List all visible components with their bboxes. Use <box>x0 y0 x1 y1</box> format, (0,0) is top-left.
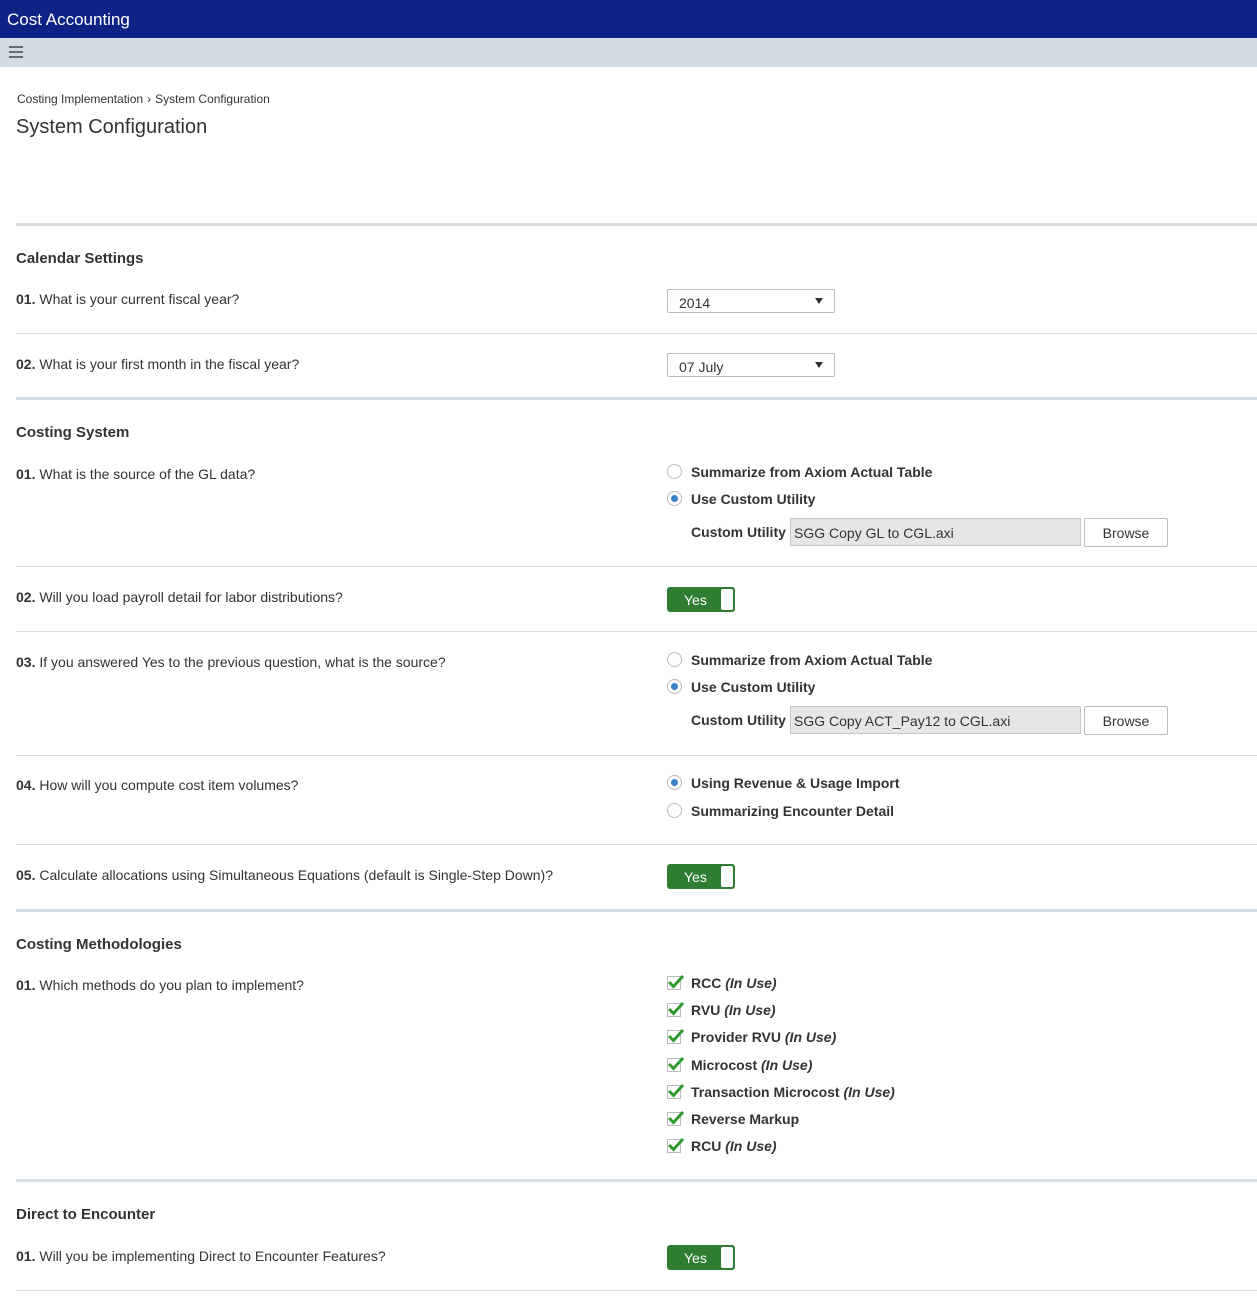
payroll-custom-utility-label: Custom Utility <box>691 712 786 728</box>
breadcrumb-current: System Configuration <box>155 92 270 106</box>
checkbox[interactable] <box>667 1110 685 1126</box>
radio-icon[interactable] <box>667 652 682 667</box>
question-fiscal-year: 01. What is your current fiscal year? <box>16 291 240 307</box>
section-divider <box>16 223 1257 226</box>
radio-selected-icon[interactable] <box>667 491 682 506</box>
checkbox[interactable] <box>667 1056 685 1072</box>
checkmark-icon <box>667 1137 685 1152</box>
checkmark-icon <box>667 974 685 989</box>
question-gl-source: 01. What is the source of the GL data? <box>16 466 256 482</box>
first-month-select[interactable]: 07 July <box>667 353 835 377</box>
triangle-down-icon <box>815 298 823 304</box>
row-divider <box>16 333 1257 334</box>
row-divider <box>16 755 1257 756</box>
section-title-methodologies: Costing Methodologies <box>16 936 182 953</box>
checkmark-icon <box>667 1110 685 1125</box>
checkbox[interactable] <box>667 974 685 990</box>
radio-icon[interactable] <box>667 464 682 479</box>
radio-selected-icon[interactable] <box>667 679 682 694</box>
row-divider <box>16 631 1257 632</box>
checkbox[interactable] <box>667 1001 685 1017</box>
question-cost-item-volumes: 04. How will you compute cost item volum… <box>16 777 299 793</box>
breadcrumb: Costing Implementation › System Configurat… <box>17 92 270 106</box>
app-title: Cost Accounting <box>7 10 130 29</box>
checkbox[interactable] <box>667 1083 685 1099</box>
toggle-knob <box>721 1247 733 1268</box>
row-divider <box>16 566 1257 567</box>
row-divider <box>16 1290 1257 1291</box>
question-payroll-source: 03. If you answered Yes to the previous … <box>16 654 446 670</box>
checkbox[interactable] <box>667 1137 685 1153</box>
toggle-knob <box>721 589 733 610</box>
fiscal-year-select[interactable]: 2014 <box>667 289 835 313</box>
simultaneous-equations-toggle[interactable]: Yes <box>667 864 735 889</box>
gl-custom-utility-input[interactable]: SGG Copy GL to CGL.axi <box>790 518 1081 546</box>
triangle-down-icon <box>815 362 823 368</box>
question-simultaneous-equations: 05. Calculate allocations using Simultan… <box>16 867 553 883</box>
question-payroll-detail: 02. Will you load payroll detail for lab… <box>16 589 343 605</box>
gl-custom-utility-label: Custom Utility <box>691 524 786 540</box>
toggle-knob <box>721 866 733 887</box>
question-methods: 01. Which methods do you plan to impleme… <box>16 977 304 993</box>
checkmark-icon <box>667 1028 685 1043</box>
payroll-detail-toggle[interactable]: Yes <box>667 587 735 612</box>
section-title-direct: Direct to Encounter <box>16 1206 156 1223</box>
checkmark-icon <box>667 1056 685 1071</box>
row-divider <box>16 844 1257 845</box>
section-title-costing: Costing System <box>16 424 130 441</box>
checkbox[interactable] <box>667 1028 685 1044</box>
checkmark-icon <box>667 1083 685 1098</box>
gl-browse-button[interactable]: Browse <box>1084 518 1168 547</box>
page-title: System Configuration <box>16 116 208 138</box>
section-title-calendar: Calendar Settings <box>16 250 144 267</box>
question-direct-encounter: 01. Will you be implementing Direct to E… <box>16 1248 386 1264</box>
app-title-bar: Cost Accounting <box>0 0 1257 38</box>
breadcrumb-parent[interactable]: Costing Implementation <box>17 92 143 106</box>
radio-icon[interactable] <box>667 803 682 818</box>
payroll-custom-utility-input[interactable]: SGG Copy ACT_Pay12 to CGL.axi <box>790 706 1081 734</box>
direct-encounter-toggle[interactable]: Yes <box>667 1245 735 1270</box>
section-divider <box>16 909 1257 912</box>
question-first-month: 02. What is your first month in the fisc… <box>16 356 300 372</box>
section-divider <box>16 1179 1257 1182</box>
hamburger-icon[interactable] <box>9 46 23 58</box>
toolbar <box>0 38 1257 67</box>
checkmark-icon <box>667 1001 685 1016</box>
section-divider <box>16 397 1257 400</box>
breadcrumb-separator: › <box>147 92 152 106</box>
payroll-browse-button[interactable]: Browse <box>1084 706 1168 735</box>
radio-selected-icon[interactable] <box>667 775 682 790</box>
